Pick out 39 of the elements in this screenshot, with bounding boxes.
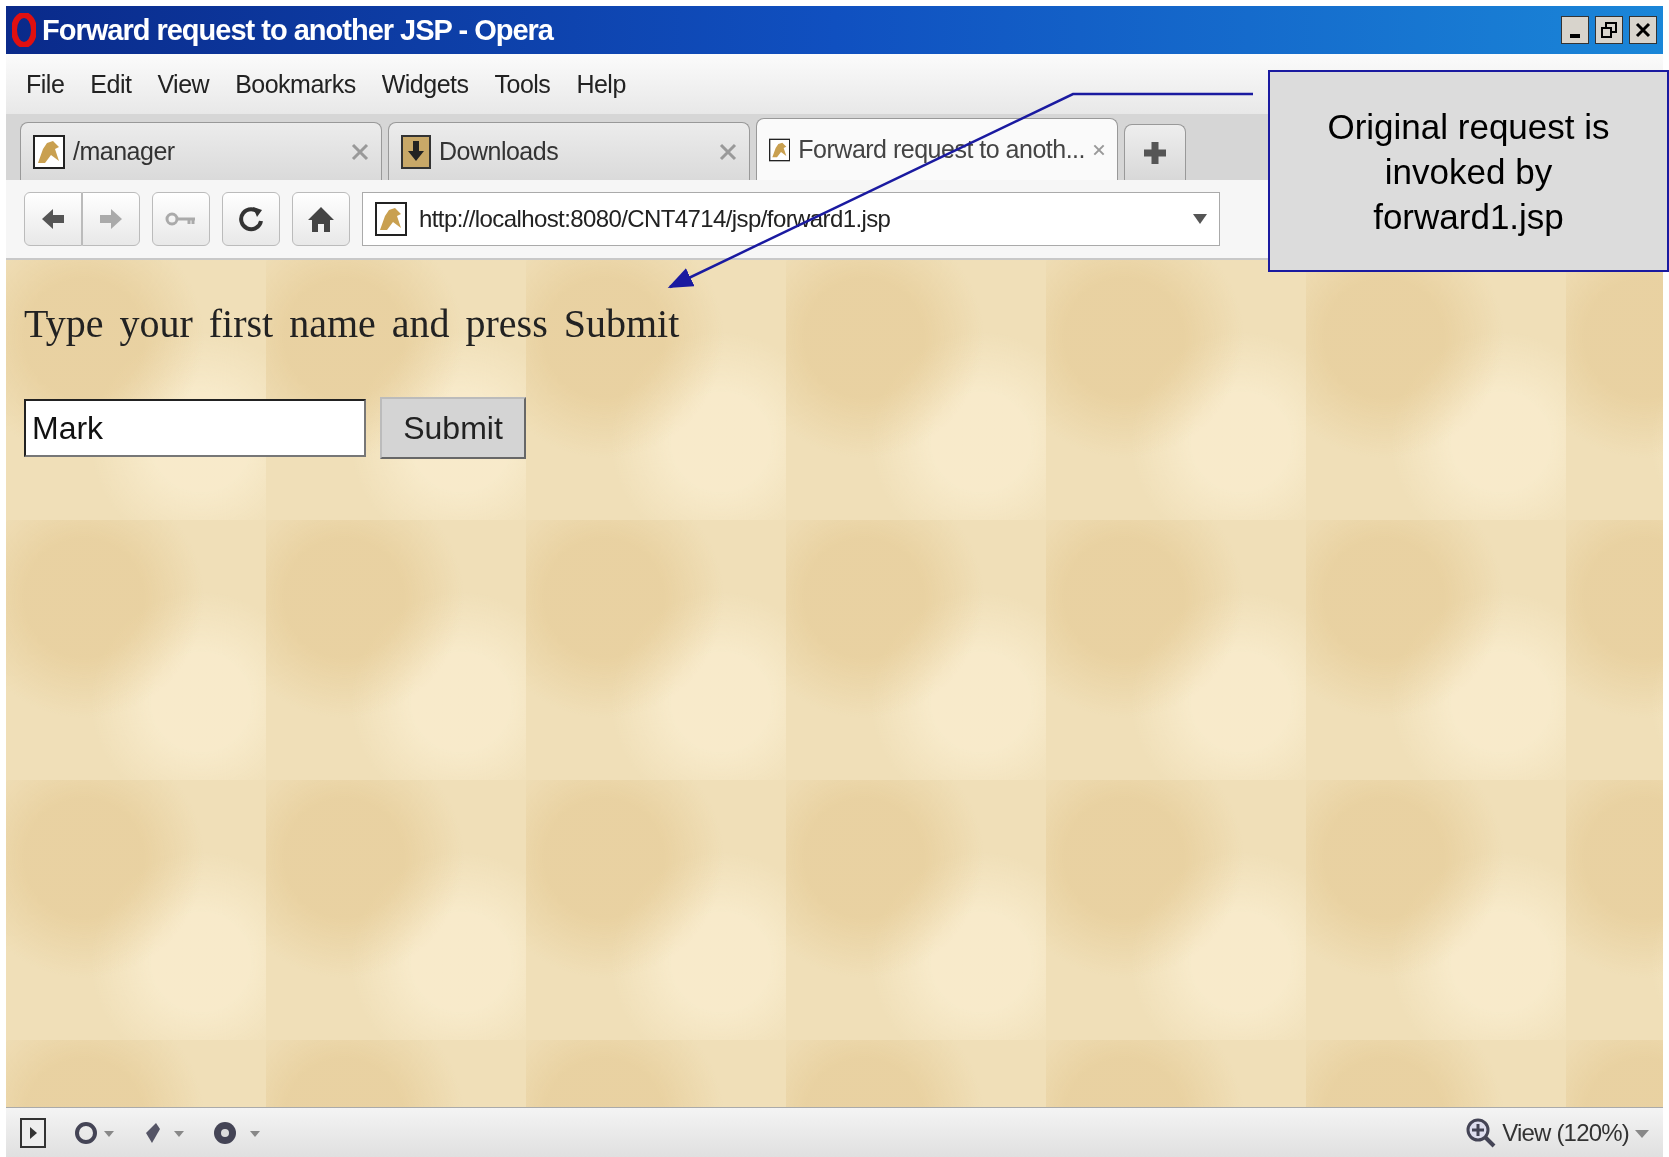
plus-icon bbox=[1142, 139, 1168, 166]
forward-arrow-icon bbox=[98, 208, 124, 230]
horse-icon bbox=[375, 202, 407, 236]
menu-item[interactable]: Widgets bbox=[375, 69, 489, 99]
close-icon bbox=[1635, 22, 1651, 38]
panel-toggle-icon[interactable] bbox=[20, 1117, 46, 1148]
restore-button[interactable] bbox=[1595, 16, 1623, 44]
key-icon bbox=[165, 211, 197, 227]
home-icon bbox=[306, 205, 336, 233]
menu-item[interactable]: File bbox=[20, 69, 85, 99]
name-input-field[interactable]: Mark bbox=[24, 399, 366, 457]
back-arrow-icon bbox=[40, 208, 66, 230]
zoom-button[interactable]: View (120%) bbox=[1466, 1117, 1649, 1148]
minimize-button[interactable] bbox=[1561, 16, 1589, 44]
horse-icon bbox=[33, 134, 65, 169]
caret-icon bbox=[1635, 1127, 1649, 1138]
new-tab-button[interactable] bbox=[1124, 124, 1186, 180]
opera-logo-icon bbox=[12, 13, 36, 47]
tab[interactable]: /manager bbox=[20, 122, 382, 180]
dropdown-caret-icon[interactable] bbox=[1193, 214, 1207, 224]
menu-item[interactable]: Bookmarks bbox=[229, 69, 376, 99]
reload-icon bbox=[237, 205, 265, 233]
restore-icon bbox=[1601, 22, 1617, 38]
back-button[interactable] bbox=[24, 192, 82, 246]
instruction-text: Type your first name and press Submit bbox=[24, 300, 681, 347]
reload-button[interactable] bbox=[222, 192, 280, 246]
window-title: Forward request to another JSP - Opera bbox=[42, 13, 555, 47]
menu-item[interactable]: Edit bbox=[84, 69, 152, 99]
minimize-icon bbox=[1570, 34, 1580, 38]
tab[interactable]: Downloads bbox=[388, 122, 750, 180]
menu-item[interactable]: Help bbox=[570, 69, 646, 99]
callout-text: Original request is invoked by forward1.jsp bbox=[1326, 105, 1611, 238]
menu-item[interactable]: View bbox=[151, 69, 230, 99]
zoom-in-icon bbox=[1466, 1117, 1497, 1148]
submit-button[interactable]: Submit bbox=[380, 397, 526, 459]
download-icon bbox=[401, 134, 431, 169]
close-button[interactable] bbox=[1629, 16, 1657, 44]
menu-item[interactable]: Tools bbox=[488, 69, 571, 99]
home-button[interactable] bbox=[292, 192, 350, 246]
